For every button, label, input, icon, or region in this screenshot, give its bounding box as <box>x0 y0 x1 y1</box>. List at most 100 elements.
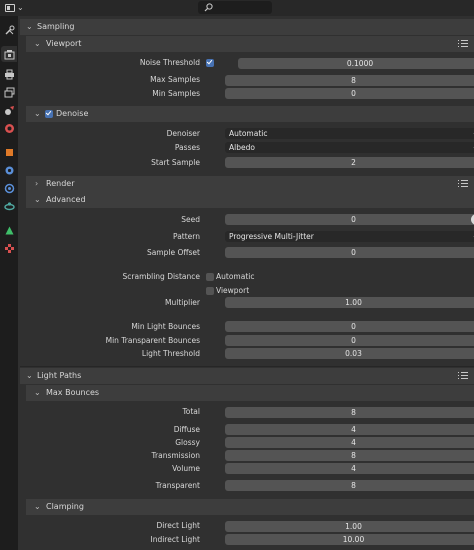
tab-view-layer[interactable] <box>1 84 17 100</box>
transmission-bounces-label: Transmission <box>151 451 200 460</box>
chevron-down-icon: ⌄ <box>34 39 41 48</box>
min-transparent-bounces-field[interactable]: 0 <box>225 335 474 346</box>
subpanel-header-max-bounces[interactable]: ⌄ Max Bounces <box>26 385 474 401</box>
diffuse-bounces-label: Diffuse <box>173 425 200 434</box>
direct-light-label: Direct Light <box>156 521 200 530</box>
tab-output[interactable] <box>1 66 17 82</box>
tab-modifier[interactable] <box>1 162 17 178</box>
max-samples-label: Max Samples <box>150 75 200 84</box>
passes-value: Albedo <box>229 143 255 152</box>
chevron-down-icon: ⌄ <box>17 3 24 12</box>
pattern-value: Progressive Multi-Jitter <box>229 232 314 241</box>
tab-object-data[interactable] <box>1 222 17 238</box>
tab-render[interactable] <box>1 46 17 62</box>
volume-bounces-field[interactable]: 4 <box>225 463 474 474</box>
properties-content: ⌄ Sampling ⌄ Viewport Noise Threshold 0.… <box>20 16 474 550</box>
scrambling-viewport-label: Viewport <box>216 286 250 295</box>
subpanel-header-render[interactable]: › Render <box>26 176 474 192</box>
light-threshold-field[interactable]: 0.03 <box>225 348 474 359</box>
search-input[interactable] <box>198 1 272 14</box>
subpanel-title-viewport: Viewport <box>46 39 82 48</box>
noise-threshold-checkbox[interactable] <box>206 59 214 67</box>
scrambling-viewport-checkbox[interactable] <box>206 287 214 295</box>
tab-world[interactable] <box>1 120 17 136</box>
tab-texture[interactable] <box>1 240 17 256</box>
passes-label: Passes <box>174 143 200 152</box>
globe-icon <box>4 123 14 133</box>
start-sample-label: Start Sample <box>151 158 200 167</box>
direct-light-field[interactable]: 1.00 <box>225 521 474 532</box>
presets-list-icon[interactable] <box>458 40 468 48</box>
panel-header-light-paths[interactable]: ⌄ Light Paths <box>20 368 474 384</box>
min-light-bounces-label: Min Light Bounces <box>131 322 200 331</box>
sample-offset-field[interactable]: 0 <box>225 247 474 258</box>
seed-value: 0 <box>351 215 356 224</box>
denoise-checkbox[interactable] <box>45 110 53 118</box>
orange-square-icon <box>5 148 13 156</box>
sample-offset-label: Sample Offset <box>146 248 200 257</box>
green-triangle-icon <box>5 226 13 234</box>
total-bounces-label: Total <box>182 407 200 416</box>
subpanel-title-clamping: Clamping <box>46 502 84 511</box>
min-samples-label: Min Samples <box>152 89 200 98</box>
editor-type-button[interactable]: ⌄ <box>4 2 24 14</box>
min-light-bounces-field[interactable]: 0 <box>225 321 474 332</box>
passes-dropdown[interactable]: Albedo ⌄ <box>225 142 474 153</box>
subpanel-header-advanced[interactable]: ⌄ Advanced <box>26 192 474 208</box>
denoiser-dropdown[interactable]: Automatic ⌄ <box>225 128 474 139</box>
subpanel-header-denoise[interactable]: ⌄ Denoise <box>26 106 474 122</box>
scrambling-automatic-checkbox[interactable] <box>206 273 214 281</box>
noise-threshold-label: Noise Threshold <box>139 58 200 67</box>
noise-threshold-field[interactable]: 0.1000 <box>238 58 474 69</box>
tab-physics[interactable] <box>1 198 17 214</box>
glossy-bounces-label: Glossy <box>175 438 200 447</box>
subpanel-header-viewport[interactable]: ⌄ Viewport <box>26 36 474 52</box>
diffuse-bounces-field[interactable]: 4 <box>225 424 474 435</box>
seed-label: Seed <box>181 215 200 224</box>
total-bounces-field[interactable]: 8 <box>225 407 474 418</box>
scrambling-automatic-label: Automatic <box>216 272 255 281</box>
start-sample-field[interactable]: 2 <box>225 157 474 168</box>
wrench-screwdriver-icon <box>5 25 14 34</box>
tab-particles[interactable] <box>1 180 17 196</box>
subpanel-title-max-bounces: Max Bounces <box>46 388 100 397</box>
presets-list-icon[interactable] <box>458 372 468 380</box>
scene-cone-icon <box>4 105 14 115</box>
indirect-light-label: Indirect Light <box>150 535 200 544</box>
pattern-label: Pattern <box>173 232 200 241</box>
chevron-down-icon: ⌄ <box>34 195 41 204</box>
seed-field[interactable]: 0 <box>225 214 474 225</box>
panel-header-sampling[interactable]: ⌄ Sampling <box>20 19 474 35</box>
tab-object[interactable] <box>1 144 17 160</box>
pattern-dropdown[interactable]: Progressive Multi-Jitter ⌄ <box>225 231 474 242</box>
particles-icon <box>4 183 14 193</box>
properties-tabs <box>0 16 18 550</box>
transmission-bounces-field[interactable]: 8 <box>225 450 474 461</box>
denoiser-label: Denoiser <box>166 129 200 138</box>
tab-scene[interactable] <box>1 102 17 118</box>
tab-tool[interactable] <box>1 22 17 38</box>
max-samples-field[interactable]: 8 <box>225 75 474 86</box>
min-transparent-bounces-label: Min Transparent Bounces <box>105 336 200 345</box>
printer-icon <box>4 69 14 79</box>
wrench-blue-icon <box>5 166 13 174</box>
subpanel-title-denoise: Denoise <box>56 109 89 118</box>
presets-list-icon[interactable] <box>458 180 468 188</box>
physics-orbit-icon <box>3 201 15 210</box>
properties-header: ⌄ <box>0 0 474 16</box>
multiplier-field[interactable]: 1.00 <box>225 297 474 308</box>
indirect-light-field[interactable]: 10.00 <box>225 534 474 545</box>
panel-title-light-paths: Light Paths <box>37 371 82 380</box>
subpanel-title-advanced: Advanced <box>46 195 86 204</box>
checkerboard-icon <box>4 243 14 253</box>
scrambling-distance-label: Scrambling Distance <box>122 272 201 281</box>
chevron-down-icon: ⌄ <box>34 388 41 397</box>
transparent-bounces-field[interactable]: 8 <box>225 480 474 491</box>
chevron-down-icon: ⌄ <box>26 371 33 380</box>
panel-title-sampling: Sampling <box>37 22 75 31</box>
chevron-down-icon: ⌄ <box>26 22 33 31</box>
min-samples-field[interactable]: 0 <box>225 88 474 99</box>
glossy-bounces-field[interactable]: 4 <box>225 437 474 448</box>
subpanel-header-clamping[interactable]: ⌄ Clamping <box>26 499 474 515</box>
volume-bounces-label: Volume <box>172 464 200 473</box>
